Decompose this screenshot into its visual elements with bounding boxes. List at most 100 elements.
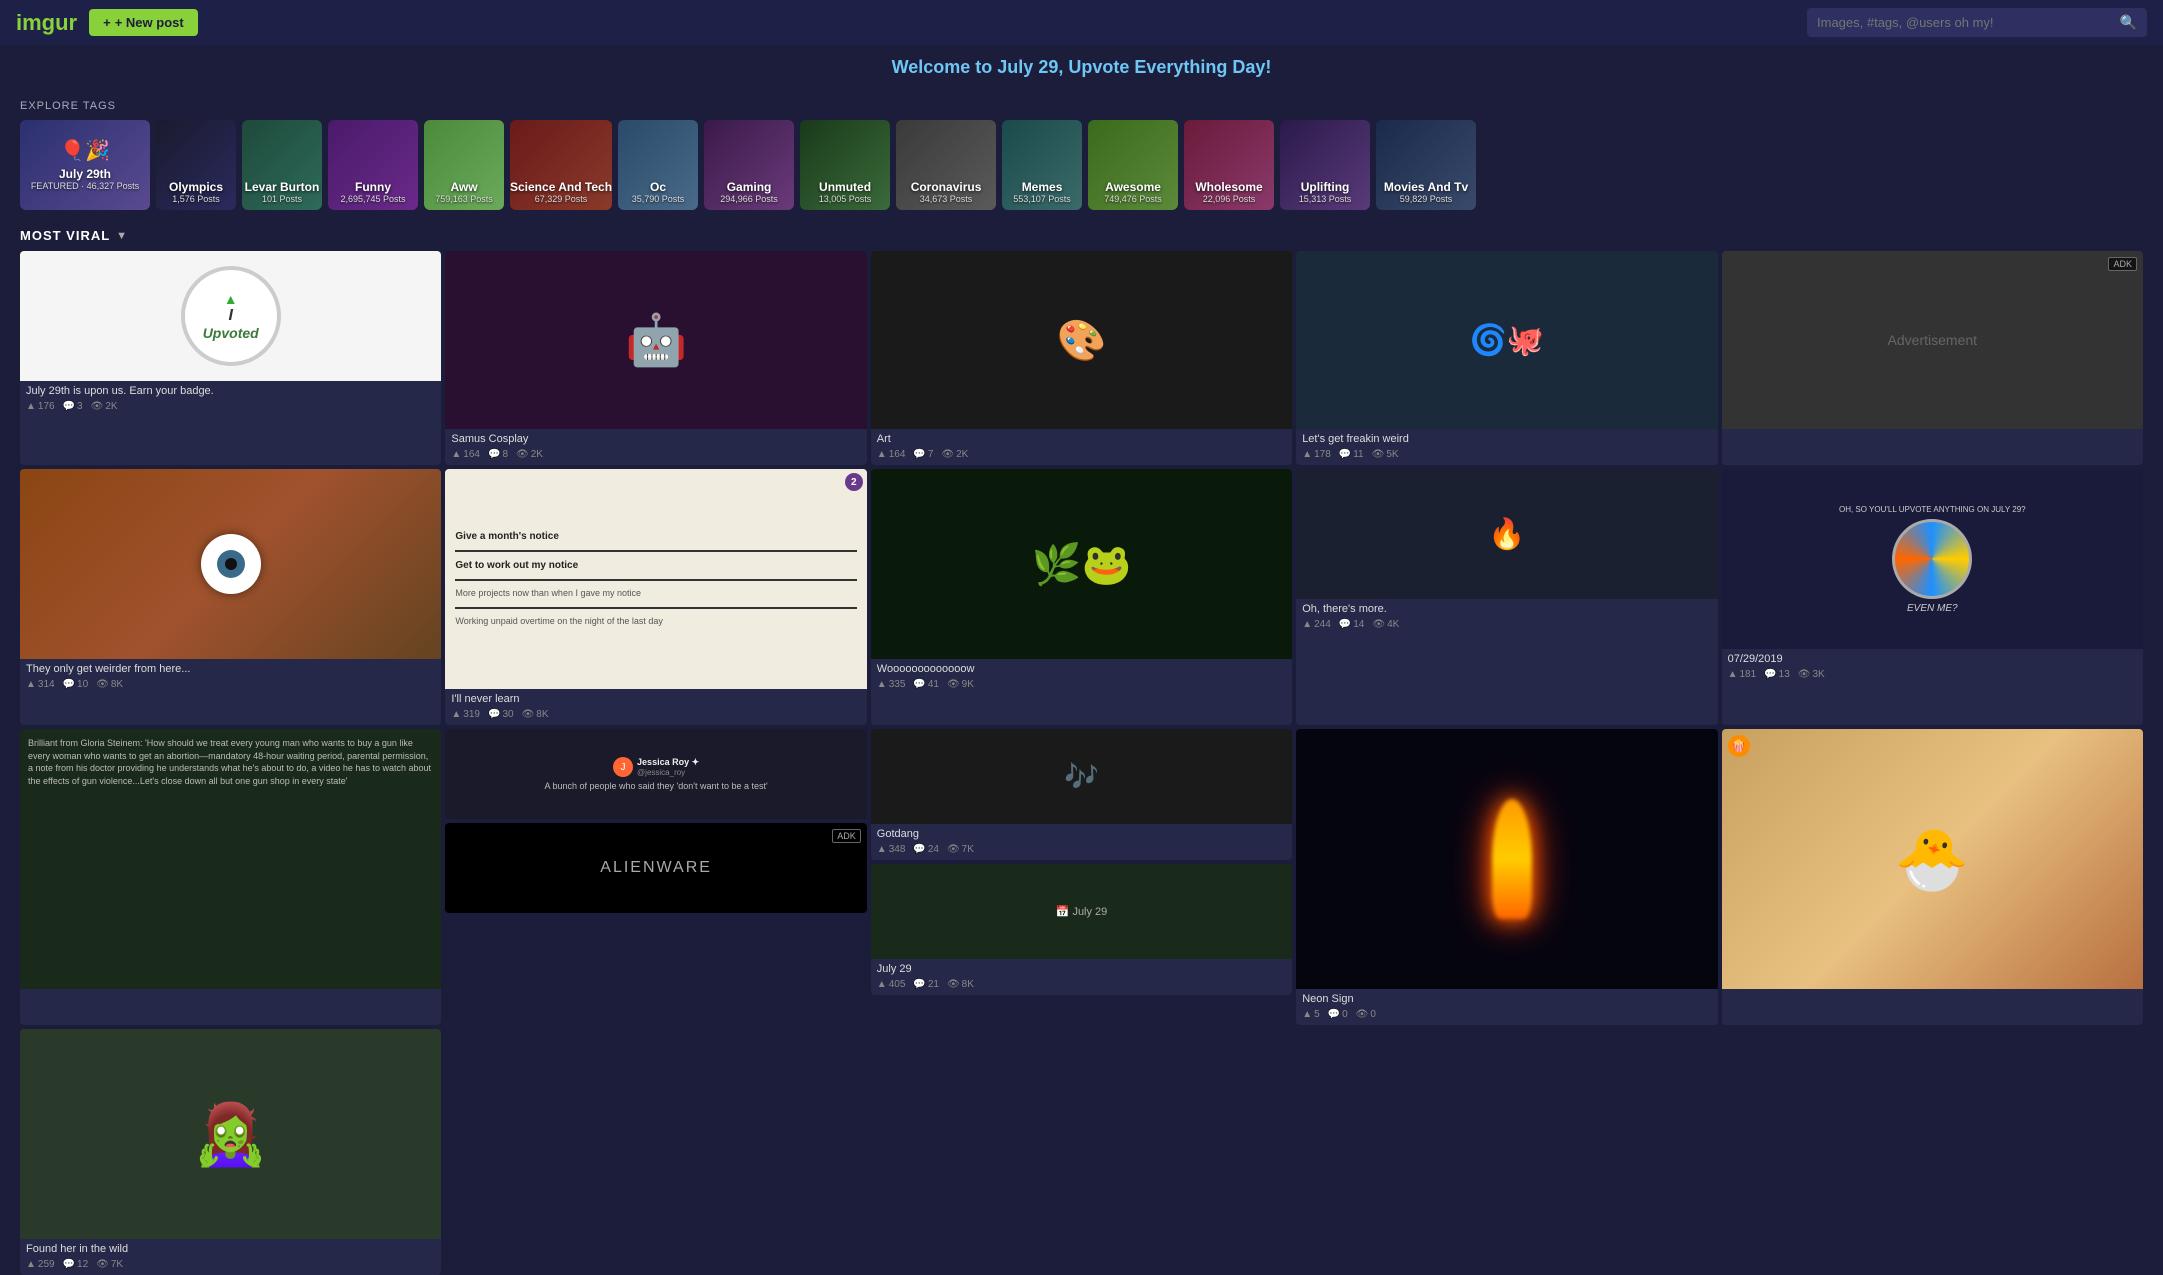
neon-views: 0 <box>1370 1009 1376 1020</box>
tag-unmuted[interactable]: Unmuted 13,005 Posts <box>800 120 890 210</box>
search-input[interactable] <box>1817 15 2120 30</box>
post-art-image: 🎨 <box>871 251 1292 429</box>
upvote-icon-g: ▲ <box>877 844 887 855</box>
post-neon[interactable]: Neon Sign ▲5 💬0 👁0 <box>1296 729 1717 1025</box>
jessica-post-title: A bunch of people who said they 'don't w… <box>544 781 767 791</box>
post-july29[interactable]: 📅 July 29 July 29 ▲405 💬21 👁8K <box>871 864 1292 995</box>
tag-scitech[interactable]: Science And Tech 67,329 Posts <box>510 120 612 210</box>
tag-corona-name: Coronavirus <box>911 180 982 194</box>
post-wooo[interactable]: 🌿🐸 Wooooooooooooow ▲335 💬41 👁9K <box>871 469 1292 725</box>
upvote-icon-fw: ▲ <box>26 1259 36 1270</box>
tag-movies[interactable]: Movies And Tv 59,829 Posts <box>1376 120 1476 210</box>
post-weird-stats: ▲178 💬11 👁5K <box>1296 447 1717 465</box>
tag-awesome[interactable]: Awesome 749,476 Posts <box>1088 120 1178 210</box>
post-gotdang-image: 🎶 <box>871 729 1292 824</box>
view-icon-wo: 👁 <box>947 679 960 690</box>
neon-comments: 0 <box>1342 1009 1348 1020</box>
post-samus[interactable]: 🤖 Samus Cosplay ▲164 💬8 👁2K <box>445 251 866 465</box>
pumpkin-eye <box>201 534 261 594</box>
tag-july29[interactable]: 🎈🎉 July 29th FEATURED · 46,327 Posts <box>20 120 150 210</box>
upvote-icon-om: ▲ <box>1302 619 1312 630</box>
samus-views: 2K <box>531 449 543 460</box>
upvote-icon-ne: ▲ <box>1302 1009 1312 1020</box>
search-icon: 🔍 <box>2120 14 2137 30</box>
comment-count: 3 <box>77 401 83 412</box>
post-neon-image <box>1296 729 1717 989</box>
comment-icon-g: 💬 <box>913 844 925 855</box>
post-ie-meme[interactable]: OH, SO YOU'LL UPVOTE ANYTHING ON JULY 29… <box>1722 469 2143 725</box>
tag-wholesome[interactable]: Wholesome 22,096 Posts <box>1184 120 1274 210</box>
found-figure: 🧟‍♀️ <box>193 1099 268 1170</box>
welcome-banner: Welcome to July 29, Upvote Everything Da… <box>0 45 2163 90</box>
post-gloria[interactable]: Brilliant from Gloria Steinem: 'How shou… <box>20 729 441 1025</box>
oh-more-comments: 14 <box>1353 619 1364 630</box>
post-upvote-badge[interactable]: ▲ I Upvoted July 29th is upon us. Earn y… <box>20 251 441 465</box>
post-ad1-image: Advertisement <box>1722 251 2143 429</box>
upvote-icon-p: ▲ <box>26 679 36 690</box>
post-notice[interactable]: 2 Give a month's notice Get to work out … <box>445 469 866 725</box>
post-ad1[interactable]: Advertisement ADK <box>1722 251 2143 465</box>
found-wild-views: 7K <box>111 1259 123 1270</box>
tag-oc[interactable]: Oc 35,790 Posts <box>618 120 698 210</box>
tag-aww[interactable]: Aww 759,163 Posts <box>424 120 504 210</box>
post-samus-title: Samus Cosplay <box>445 429 866 447</box>
july29-views: 8K <box>962 979 974 990</box>
tag-olympics-name: Olympics <box>169 180 223 194</box>
notice-badge: 2 <box>845 473 863 491</box>
post-hatched[interactable]: 🐣 🍿 <box>1722 729 2143 1025</box>
view-count: 2K <box>105 401 117 412</box>
tag-uplifting[interactable]: Uplifting 15,313 Posts <box>1280 120 1370 210</box>
tag-levar[interactable]: Levar Burton 101 Posts <box>242 120 322 210</box>
post-jessica[interactable]: J Jessica Roy ✦ @jessica_roy A bunch of … <box>445 729 866 819</box>
post-samus-image: 🤖 <box>445 251 866 429</box>
post-art[interactable]: 🎨 Art ▲164 💬7 👁2K <box>871 251 1292 465</box>
new-post-button[interactable]: + + New post <box>89 9 198 36</box>
post-weird-image: 🌀🐙 <box>1296 251 1717 429</box>
comment-icon-ne: 💬 <box>1328 1009 1340 1020</box>
most-viral-label: MOST VIRAL <box>20 228 110 243</box>
found-wild-comments: 12 <box>77 1259 88 1270</box>
neon-flame <box>1492 799 1532 919</box>
post-ie-image: OH, SO YOU'LL UPVOTE ANYTHING ON JULY 29… <box>1722 469 2143 649</box>
new-post-label: + New post <box>115 15 184 30</box>
comment-icon-w: 💬 <box>1339 449 1351 460</box>
tag-corona[interactable]: Coronavirus 34,673 Posts <box>896 120 996 210</box>
view-icon-ne: 👁 <box>1356 1009 1369 1020</box>
tag-funny[interactable]: Funny 2,695,745 Posts <box>328 120 418 210</box>
tag-memes-name: Memes <box>1022 180 1063 194</box>
neon-upvotes: 5 <box>1314 1009 1320 1020</box>
oh-more-upvotes: 244 <box>1314 619 1331 630</box>
tag-movies-name: Movies And Tv <box>1384 180 1468 194</box>
logo[interactable]: imgur <box>16 10 77 36</box>
post-found-wild[interactable]: 🧟‍♀️ Found her in the wild ▲259 💬12 👁7K <box>20 1029 441 1275</box>
search-button[interactable]: 🔍 <box>2120 14 2137 31</box>
alienware-logo-text: ALIENWARE <box>600 859 712 877</box>
july29-comments: 21 <box>928 979 939 990</box>
post-oh-more[interactable]: 🔥 Oh, there's more. ▲244 💬14 👁4K <box>1296 469 1717 725</box>
col-gotdang-july29: 🎶 Gotdang ▲348 💬24 👁7K 📅 July 29 July 29… <box>871 729 1292 1025</box>
upvote-icon-wo: ▲ <box>877 679 887 690</box>
post-weird[interactable]: 🌀🐙 Let's get freakin weird ▲178 💬11 👁5K <box>1296 251 1717 465</box>
tag-aww-name: Aww <box>450 180 477 194</box>
gotdang-comments: 24 <box>928 844 939 855</box>
search-bar: 🔍 <box>1807 8 2147 37</box>
tag-olympics[interactable]: Olympics 1,576 Posts <box>156 120 236 210</box>
comment-icon-om: 💬 <box>1339 619 1351 630</box>
upvote-sticker: ▲ I Upvoted <box>181 266 281 366</box>
view-icon-g: 👁 <box>947 844 960 855</box>
most-viral-dropdown[interactable]: ▼ <box>116 230 127 242</box>
neon-visual <box>1492 799 1522 919</box>
post-gotdang[interactable]: 🎶 Gotdang ▲348 💬24 👁7K <box>871 729 1292 860</box>
post-alienware[interactable]: ALIENWARE ADK <box>445 823 866 913</box>
pumpkin-comments: 10 <box>77 679 88 690</box>
tag-movies-sub: 59,829 Posts <box>1400 194 1453 204</box>
jessica-header: J Jessica Roy ✦ @jessica_roy <box>613 757 699 777</box>
view-icon-fw: 👁 <box>96 1259 109 1270</box>
found-wild-upvotes: 259 <box>38 1259 55 1270</box>
tag-memes[interactable]: Memes 553,107 Posts <box>1002 120 1082 210</box>
tag-gaming[interactable]: Gaming 294,966 Posts <box>704 120 794 210</box>
tag-awesome-sub: 749,476 Posts <box>1104 194 1162 204</box>
most-viral-header: MOST VIRAL ▼ <box>0 216 2163 251</box>
post-pumpkin[interactable]: They only get weirder from here... ▲314 … <box>20 469 441 725</box>
art-upvotes: 164 <box>889 449 906 460</box>
